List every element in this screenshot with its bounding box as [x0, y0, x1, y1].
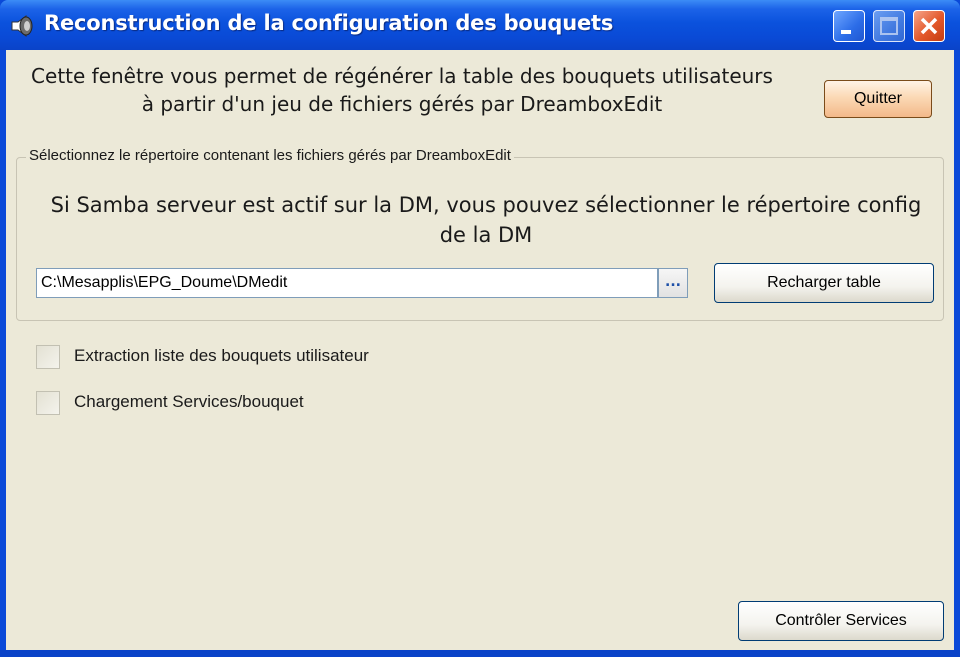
checkbox-label: Chargement Services/bouquet — [74, 392, 304, 411]
browse-button[interactable]: ... — [658, 268, 688, 298]
close-icon — [920, 17, 938, 35]
intro-text: Cette fenêtre vous permet de régénérer l… — [31, 64, 773, 116]
samba-note: Si Samba serveur est actif sur la DM, vo… — [50, 193, 922, 247]
directory-group-legend: Sélectionnez le répertoire contenant les… — [26, 147, 514, 164]
window-border-right — [954, 50, 960, 657]
close-button[interactable] — [913, 10, 945, 42]
dialog-window: Reconstruction de la configuration des b… — [0, 0, 960, 657]
maximize-button[interactable] — [873, 10, 905, 42]
maximize-icon — [880, 17, 898, 35]
checkbox-label: Extraction liste des bouquets utilisateu… — [74, 346, 369, 365]
minimize-icon — [841, 30, 851, 34]
checkbox[interactable] — [36, 391, 60, 415]
window-title: Reconstruction de la configuration des b… — [44, 11, 614, 35]
minimize-button[interactable] — [833, 10, 865, 42]
title-bar[interactable]: Reconstruction de la configuration des b… — [0, 0, 960, 50]
checkbox[interactable] — [36, 345, 60, 369]
check-services-button[interactable]: Contrôler Services — [738, 601, 944, 641]
dialog-client-area: Cette fenêtre vous permet de régénérer l… — [6, 50, 954, 650]
speaker-icon — [11, 15, 33, 37]
quit-button[interactable]: Quitter — [824, 80, 932, 118]
directory-path-input[interactable]: C:\Mesapplis\EPG_Doume\DMedit — [36, 268, 658, 298]
window-border-bottom — [0, 650, 960, 657]
reload-table-button[interactable]: Recharger table — [714, 263, 934, 303]
